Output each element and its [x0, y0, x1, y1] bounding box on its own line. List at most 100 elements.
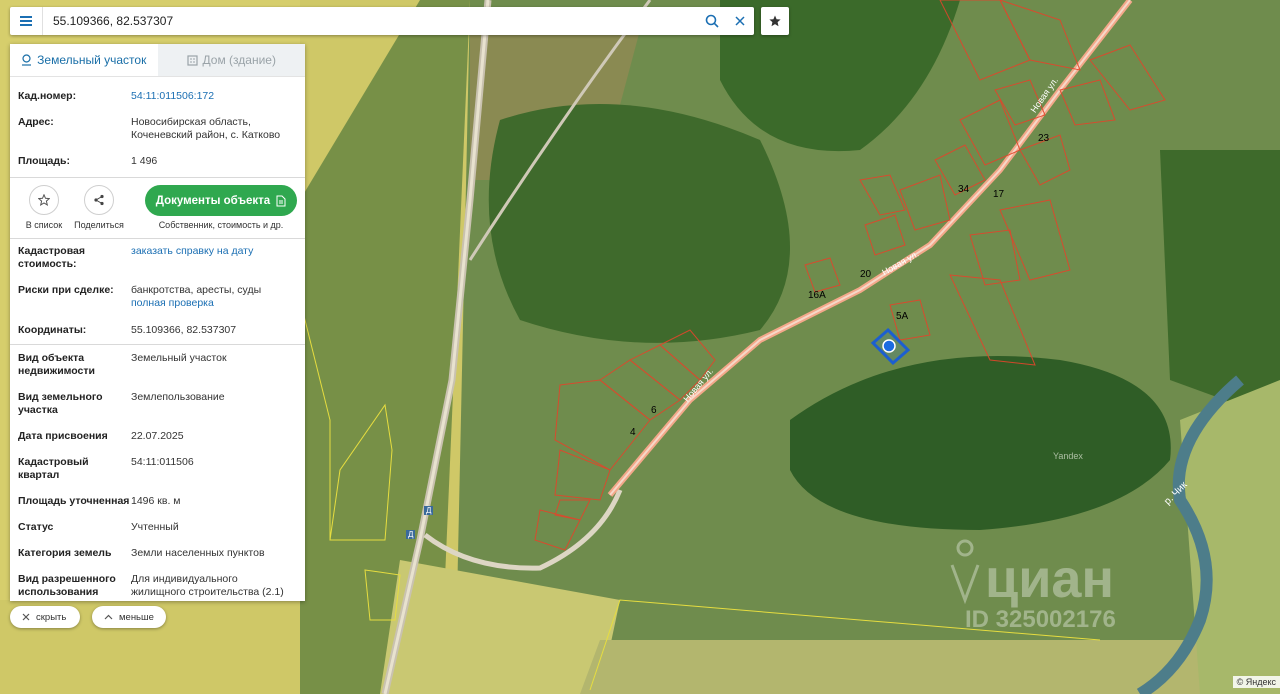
action-caption: Поделиться: [74, 220, 124, 230]
building-icon: [186, 54, 198, 66]
documents-block: Документы объекта Собственник, стоимость…: [145, 185, 297, 230]
field-value: 54:11:011506: [131, 456, 194, 468]
hide-panel-button[interactable]: скрыть: [10, 606, 80, 628]
object-info-panel: Земельный участок Дом (здание) Кад.номер…: [10, 44, 305, 601]
tab-label: Земельный участок: [37, 53, 147, 67]
address-line: Коченевский район, с. Катково: [131, 129, 281, 141]
field-value: жилищного строительства (2.1): [131, 586, 284, 598]
house-number-label: 16А: [808, 290, 826, 301]
less-info-button[interactable]: меньше: [92, 606, 166, 628]
field-label: Кадастровый: [18, 456, 89, 468]
document-icon: [276, 195, 286, 206]
cian-watermark-id: ID 325002176: [965, 606, 1116, 633]
field-label: Статус: [18, 521, 54, 533]
house-number-label: 5А: [896, 311, 909, 322]
field-label: Вид разрешенного: [18, 573, 116, 585]
field-value: 55.109366, 82.537307: [131, 324, 237, 336]
permitted-use-row: Вид разрешенного использования Для индив…: [18, 573, 297, 599]
order-statement-link[interactable]: заказать справку на дату: [131, 245, 253, 257]
clear-button[interactable]: [726, 7, 754, 35]
field-value: Для индивидуального: [131, 573, 238, 585]
field-value: 1 496: [131, 155, 158, 167]
cadastral-number-row: Кад.номер: 54:11:011506:172: [18, 90, 297, 103]
map-copyright[interactable]: © Яндекс: [1232, 676, 1280, 688]
full-check-link[interactable]: полная проверка: [131, 297, 214, 309]
field-value: Землепользование: [131, 391, 225, 403]
address-line: Новосибирская область,: [131, 116, 251, 128]
menu-button[interactable]: [10, 7, 43, 35]
action-bar: В список Поделиться Документы объекта Со…: [18, 178, 297, 238]
field-label: Вид земельного: [18, 391, 103, 403]
house-number-label: 23: [1038, 133, 1050, 144]
field-value: 22.07.2025: [131, 430, 184, 442]
field-label: использования: [18, 586, 99, 598]
field-label: Категория земель: [18, 547, 112, 559]
field-label: участка: [18, 404, 58, 416]
button-label: скрыть: [36, 611, 67, 623]
location-pin-icon: [22, 54, 32, 66]
hamburger-icon: [20, 20, 32, 22]
house-number-label: 20: [860, 269, 872, 280]
star-outline-icon: [38, 194, 50, 206]
field-value: 1496 кв. м: [131, 495, 181, 507]
chevron-up-icon: [104, 614, 113, 620]
land-category-row: Категория земель Земли населенных пункто…: [18, 547, 297, 560]
field-value: Учтенный: [131, 521, 179, 533]
cadastral-number-link[interactable]: 54:11:011506:172: [131, 90, 214, 102]
button-label: меньше: [119, 611, 154, 623]
favorites-button[interactable]: [761, 7, 789, 35]
tab-building[interactable]: Дом (здание): [157, 44, 305, 76]
tab-land-plot[interactable]: Земельный участок: [10, 44, 158, 76]
cadastral-cost-row: Кадастровая стоимость: заказать справку …: [18, 245, 297, 271]
close-icon: [22, 613, 30, 621]
cian-watermark: циан: [985, 549, 1115, 609]
search-button[interactable]: [698, 7, 726, 35]
search-icon: [705, 14, 719, 28]
field-label: Адрес:: [18, 116, 54, 128]
documents-button[interactable]: Документы объекта: [145, 185, 297, 216]
search-bar: [10, 7, 754, 35]
field-label: Дата присвоения: [18, 430, 108, 442]
coordinates-row: Координаты: 55.109366, 82.537307: [18, 324, 297, 337]
assignment-date-row: Дата присвоения 22.07.2025: [18, 430, 297, 443]
house-number-label: 17: [993, 189, 1005, 200]
field-value: Земли населенных пунктов: [131, 547, 265, 559]
specified-area-row: Площадь уточненная 1496 кв. м: [18, 495, 297, 508]
search-input[interactable]: [43, 8, 698, 34]
documents-label: Документы объекта: [155, 194, 271, 207]
field-label: стоимость:: [18, 258, 77, 270]
close-icon: [735, 16, 745, 26]
field-label: квартал: [18, 469, 60, 481]
field-value: Земельный участок: [131, 352, 227, 364]
add-to-list-button[interactable]: В список: [18, 185, 70, 230]
field-label: Риски при сделке:: [18, 284, 114, 296]
road-badge: Д: [406, 530, 416, 539]
divider: [10, 238, 305, 239]
panel-tabs: Земельный участок Дом (здание): [10, 44, 305, 77]
field-label: Кадастровая: [18, 245, 85, 257]
deal-risks-row: Риски при сделке: банкротства, аресты, с…: [18, 284, 297, 310]
area-row: Площадь: 1 496: [18, 155, 297, 168]
field-label: Площадь:: [18, 155, 70, 167]
action-caption: В список: [25, 220, 63, 230]
star-icon: [769, 15, 781, 27]
field-label: Площадь уточненная: [18, 495, 130, 507]
share-icon: [94, 194, 104, 206]
yandex-watermark: Yandex: [1053, 451, 1083, 461]
field-label: Вид объекта: [18, 352, 85, 364]
field-label: Координаты:: [18, 324, 87, 336]
land-kind-row: Вид земельного участка Землепользование: [18, 391, 297, 417]
house-number-label: 34: [958, 184, 970, 195]
cadastral-quarter-row: Кадастровый квартал 54:11:011506: [18, 456, 297, 482]
road-badge: Д: [424, 506, 434, 515]
field-label: недвижимости: [18, 365, 95, 377]
house-number-label: 6: [651, 405, 657, 416]
status-row: Статус Учтенный: [18, 521, 297, 534]
object-type-row: Вид объекта недвижимости Земельный участ…: [18, 352, 297, 378]
divider: [10, 344, 305, 345]
share-button[interactable]: Поделиться: [73, 185, 125, 230]
field-value: банкротства, аресты, суды: [131, 284, 262, 296]
documents-subtitle: Собственник, стоимость и др.: [158, 220, 284, 230]
tab-label: Дом (здание): [202, 53, 276, 67]
house-number-label: 4: [630, 427, 636, 438]
